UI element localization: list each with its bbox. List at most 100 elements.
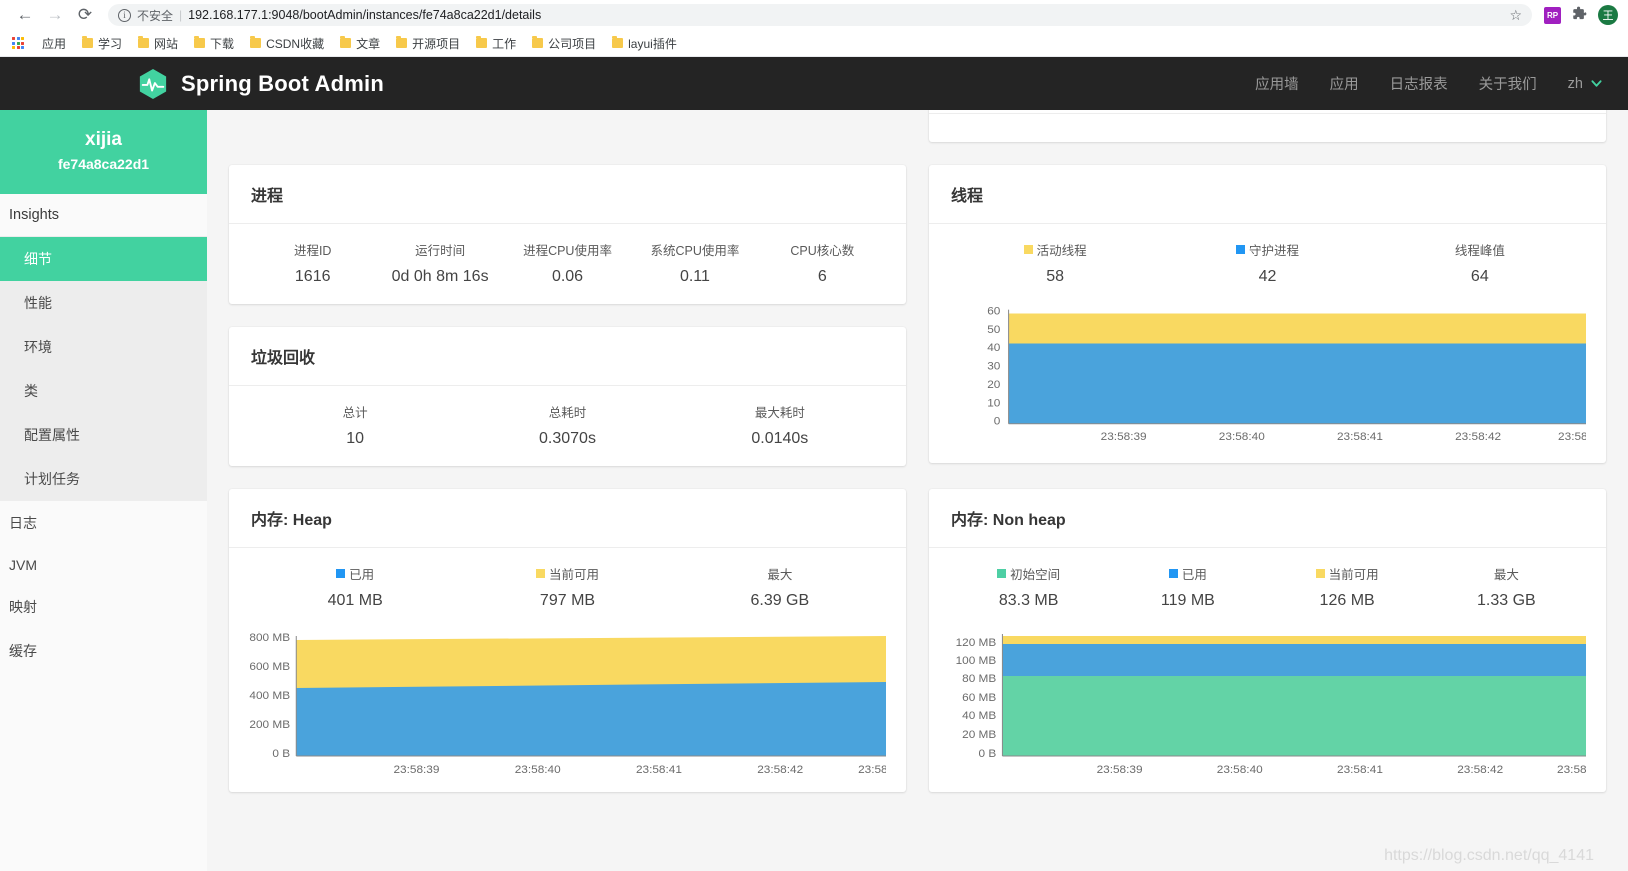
extensions-puzzle-icon[interactable] bbox=[1572, 6, 1587, 25]
threads-chart-plot bbox=[1009, 310, 1586, 424]
reload-button[interactable]: ⟳ bbox=[70, 1, 100, 29]
bookmark-item[interactable]: 网站 bbox=[130, 33, 186, 54]
nav-item-about-us[interactable]: 关于我们 bbox=[1479, 73, 1537, 94]
xtick-label: 23:58:42 bbox=[1457, 763, 1503, 774]
sidebar-item-details[interactable]: 细节 bbox=[0, 237, 207, 281]
level-process-cpu: 进程CPU使用率 0.06 bbox=[504, 240, 631, 286]
sidebar-item-classes[interactable]: 类 bbox=[0, 369, 207, 413]
bookmark-label: 下载 bbox=[210, 35, 234, 52]
process-card-body: 进程ID 1616 运行时间 0d 0h 8m 16s 进程CPU使用率 0.0… bbox=[229, 224, 906, 304]
bookmark-star-icon[interactable]: ☆ bbox=[1509, 7, 1522, 24]
heap-card-body: 已用 401 MB 当前可用 797 MB 最大 6.39 GB bbox=[229, 548, 906, 792]
nav-item-applications[interactable]: 应用 bbox=[1330, 73, 1359, 94]
folder-icon bbox=[340, 38, 351, 48]
nonheap-card: 内存: Non heap 初始空间 83.3 MB 已用 119 MB bbox=[929, 489, 1606, 792]
folder-icon bbox=[612, 38, 623, 48]
level-value: 1616 bbox=[249, 268, 376, 286]
level-label: 已用 bbox=[1182, 564, 1207, 583]
address-bar[interactable]: i 不安全 | 192.168.177.1:9048/bootAdmin/ins… bbox=[108, 4, 1532, 26]
bookmark-item[interactable]: 下载 bbox=[186, 33, 242, 54]
level-uptime: 运行时间 0d 0h 8m 16s bbox=[376, 240, 503, 286]
app-header: Spring Boot Admin 应用墙 应用 日志报表 关于我们 zh bbox=[0, 57, 1628, 110]
forward-button[interactable]: → bbox=[40, 1, 70, 29]
bookmark-label: 文章 bbox=[356, 35, 380, 52]
language-label: zh bbox=[1568, 76, 1583, 92]
xtick-label: 23:58:40 bbox=[515, 763, 561, 774]
toolbar-actions: RP 王 bbox=[1532, 5, 1618, 25]
sidebar-item-cache[interactable]: 缓存 bbox=[0, 629, 207, 673]
language-selector[interactable]: zh bbox=[1568, 76, 1602, 92]
threads-card: 线程 活动线程 58 守护进程 42 线程 bbox=[929, 165, 1606, 463]
xtick-label: 23:58:4 bbox=[858, 763, 886, 774]
nonheap-levels: 初始空间 83.3 MB 已用 119 MB 当前可用 126 MB bbox=[949, 564, 1586, 610]
level-value: 1.33 GB bbox=[1427, 592, 1586, 610]
sidebar-item-environment[interactable]: 环境 bbox=[0, 325, 207, 369]
nonheap-chart-plot bbox=[1002, 634, 1586, 756]
level-value: 0.11 bbox=[631, 268, 758, 286]
level-value: 797 MB bbox=[461, 592, 673, 610]
sidebar-item-logs[interactable]: 日志 bbox=[0, 501, 207, 545]
bookmark-item[interactable]: 应用 bbox=[34, 33, 74, 54]
legend-swatch-heap-used bbox=[336, 569, 345, 578]
level-heap-used: 已用 401 MB bbox=[249, 564, 461, 610]
process-card: 进程 进程ID 1616 运行时间 0d 0h 8m 16s bbox=[229, 165, 906, 304]
instance-card: xijia fe74a8ca22d1 bbox=[0, 110, 207, 194]
level-nonheap-max: 最大 1.33 GB bbox=[1427, 564, 1586, 610]
extension-rp-icon[interactable]: RP bbox=[1544, 7, 1561, 24]
back-button[interactable]: ← bbox=[10, 1, 40, 29]
page-shell: xijia fe74a8ca22d1 Insights 细节 性能 环境 类 配… bbox=[0, 110, 1628, 871]
xtick-label: 23:58:4 bbox=[1557, 763, 1586, 774]
ytick-label: 600 MB bbox=[249, 660, 290, 673]
sidebar-item-performance[interactable]: 性能 bbox=[0, 281, 207, 325]
sidebar-item-mappings[interactable]: 映射 bbox=[0, 585, 207, 629]
bookmark-item[interactable]: 公司项目 bbox=[524, 33, 604, 54]
xtick-label: 23:58:4 bbox=[1558, 431, 1586, 443]
level-label: 最大 bbox=[1494, 564, 1519, 583]
bookmark-item[interactable]: 工作 bbox=[468, 33, 524, 54]
heap-chart-plot bbox=[296, 636, 886, 756]
ytick-label: 400 MB bbox=[249, 689, 290, 702]
series-area-heap-used bbox=[296, 682, 886, 756]
level-label: 守护进程 bbox=[1249, 240, 1299, 259]
threads-card-body: 活动线程 58 守护进程 42 线程峰值 64 bbox=[929, 224, 1606, 463]
level-live-threads: 活动线程 58 bbox=[949, 240, 1161, 286]
level-value: 6 bbox=[759, 268, 886, 286]
nav-item-log-report[interactable]: 日志报表 bbox=[1390, 73, 1448, 94]
profile-avatar[interactable]: 王 bbox=[1598, 5, 1618, 25]
bookmark-item[interactable]: 文章 bbox=[332, 33, 388, 54]
main-content[interactable]: refreshScope 进程 进程ID 1616 bbox=[207, 110, 1628, 871]
sidebar-item-jvm[interactable]: JVM bbox=[0, 545, 207, 585]
bookmark-item[interactable]: 学习 bbox=[74, 33, 130, 54]
url-text: 192.168.177.1:9048/bootAdmin/instances/f… bbox=[188, 8, 541, 22]
site-info-icon[interactable]: i bbox=[118, 9, 131, 22]
sidebar: xijia fe74a8ca22d1 Insights 细节 性能 环境 类 配… bbox=[0, 110, 207, 871]
heap-card: 内存: Heap 已用 401 MB 当前可用 797 MB bbox=[229, 489, 906, 792]
brand[interactable]: Spring Boot Admin bbox=[138, 68, 384, 100]
bookmark-label: 开源项目 bbox=[412, 35, 460, 52]
ytick-label: 0 B bbox=[979, 747, 997, 760]
xtick-label: 23:58:40 bbox=[1217, 763, 1263, 774]
level-value: 401 MB bbox=[249, 592, 461, 610]
sidebar-item-scheduled-tasks[interactable]: 计划任务 bbox=[0, 457, 207, 501]
heap-chart-svg: 800 MB 600 MB 400 MB 200 MB 0 B 23:58:39… bbox=[249, 624, 886, 774]
ytick-label: 40 MB bbox=[962, 709, 996, 722]
bookmark-item[interactable]: 开源项目 bbox=[388, 33, 468, 54]
apps-grid-icon[interactable] bbox=[12, 37, 24, 49]
bookmarks-bar: 应用 学习 网站 下载 CSDN收藏 文章 开源项目 工作 公司项目 layui… bbox=[0, 30, 1628, 57]
bookmark-item[interactable]: layui插件 bbox=[604, 33, 685, 54]
threads-chart-xaxis: 23:58:39 23:58:40 23:58:41 23:58:42 23:5… bbox=[1101, 431, 1586, 443]
nonheap-chart-svg: 120 MB 100 MB 80 MB 60 MB 40 MB 20 MB 0 … bbox=[949, 624, 1586, 774]
threads-chart-svg: 60 50 40 30 20 10 0 23:58:39 bbox=[949, 300, 1586, 445]
security-label: 不安全 bbox=[137, 7, 173, 24]
level-value: 64 bbox=[1374, 268, 1586, 286]
level-nonheap-used: 已用 119 MB bbox=[1108, 564, 1267, 610]
heap-chart-yaxis: 800 MB 600 MB 400 MB 200 MB 0 B bbox=[249, 631, 290, 760]
bookmark-label: 学习 bbox=[98, 35, 122, 52]
sidebar-item-config-props[interactable]: 配置属性 bbox=[0, 413, 207, 457]
level-cpu-cores: CPU核心数 6 bbox=[759, 240, 886, 286]
ytick-label: 20 bbox=[987, 379, 1000, 391]
heap-chart: 800 MB 600 MB 400 MB 200 MB 0 B 23:58:39… bbox=[249, 624, 886, 774]
ytick-label: 800 MB bbox=[249, 631, 290, 644]
nav-item-app-wall[interactable]: 应用墙 bbox=[1255, 73, 1299, 94]
bookmark-item[interactable]: CSDN收藏 bbox=[242, 33, 332, 54]
